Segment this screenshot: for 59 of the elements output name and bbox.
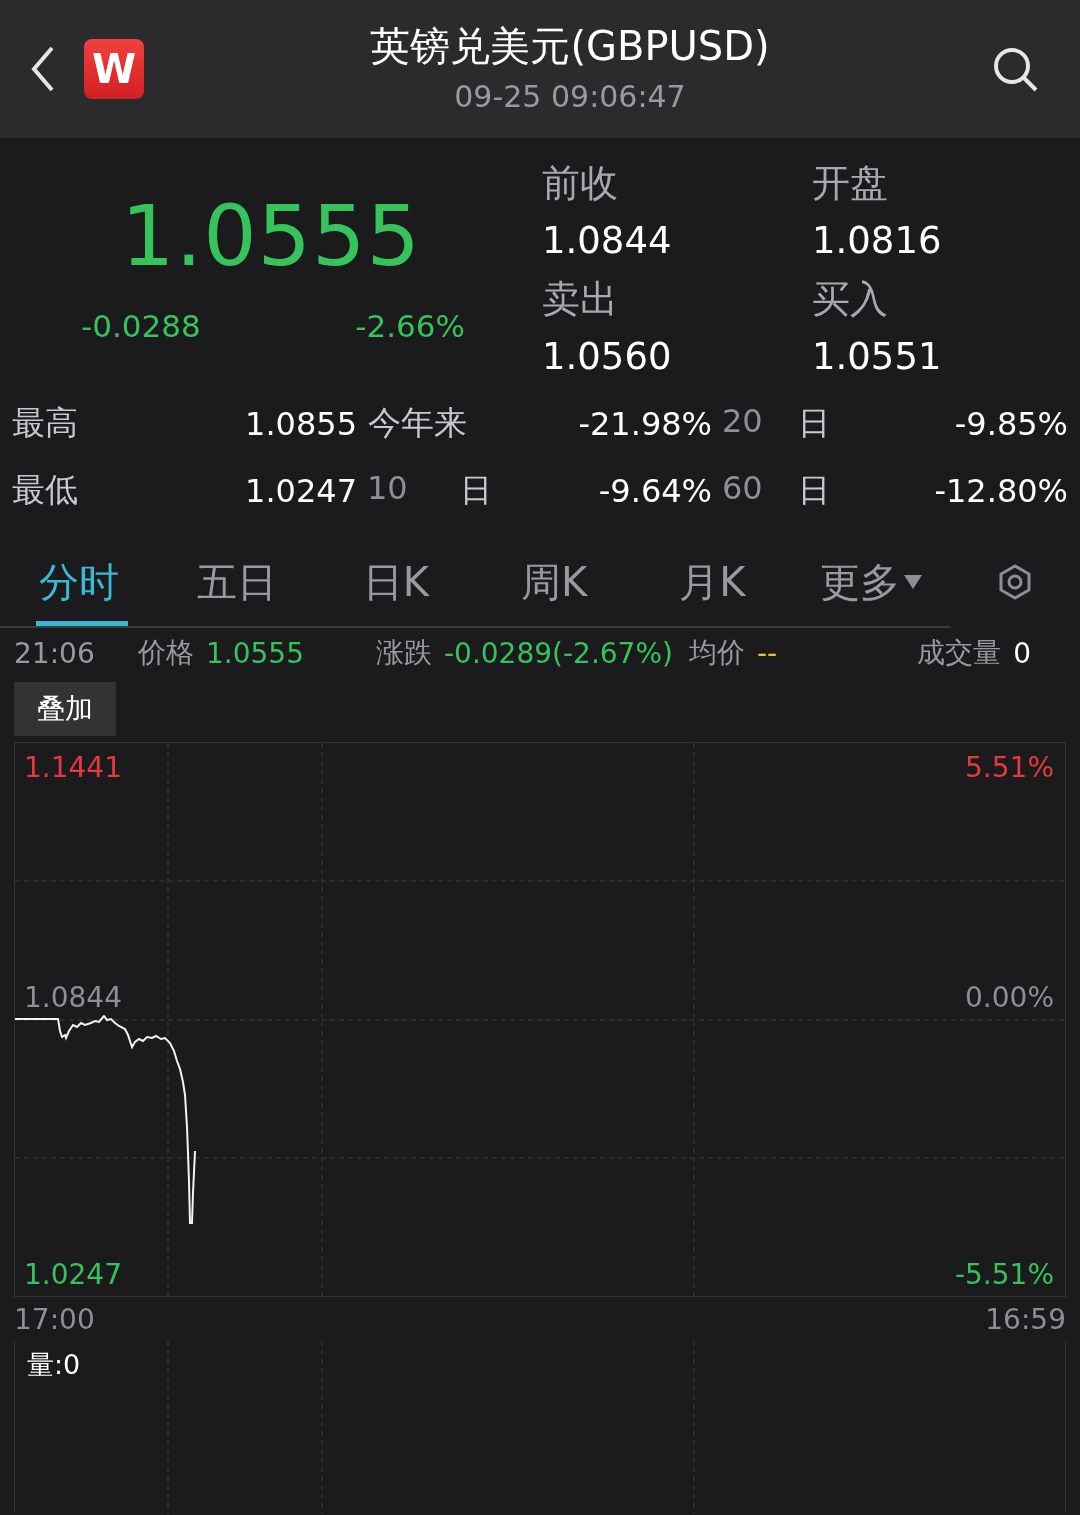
cursor-time: 21:06 [14,636,96,670]
caret-icon [903,575,922,589]
app-logo[interactable]: W [84,39,144,99]
stat-label: 最高 [12,402,79,444]
period-tab[interactable]: 分时 [0,538,159,626]
time-axis-label: 16:59 [985,1302,1066,1336]
period-tab[interactable]: 月K [633,538,792,626]
period-tab[interactable]: 五日 [158,538,317,626]
page-title: 英镑兑美元(GBPUSD) [370,22,770,71]
period-tab[interactable]: 周K [475,538,634,626]
period-unit: 日 [798,469,830,511]
price-axis-label: 1.1441 [24,751,122,785]
stat-value: -21.98% [577,404,712,443]
stat-label: 今年来 [367,402,468,444]
percent-axis-label: 0.00% [965,981,1054,1015]
field-label: 开盘 [812,160,889,207]
last-price: 1.0555 [121,186,421,286]
period-tab[interactable]: 更多 [791,538,950,626]
field-value: 1.0551 [812,334,943,380]
stat-label: 最低 [12,469,79,511]
period-unit: 日 [798,402,830,444]
info-label: 成交量 [917,635,1002,671]
field-label: 前收 [542,160,619,207]
field-label: 卖出 [542,276,619,323]
search-icon [992,46,1038,92]
overlay-button[interactable]: 叠加 [14,682,116,736]
period-number: 10 [367,468,408,509]
percent-axis-label: 5.51% [965,751,1054,785]
info-value: -0.0289(-2.67%) [444,636,673,670]
stat-value: -12.80% [933,471,1068,510]
period-tab[interactable]: 日K [316,538,475,626]
info-label: 价格 [138,635,194,671]
period-number: 20 [722,401,763,442]
settings-icon [997,564,1033,600]
stat-value: 1.0247 [244,471,357,510]
field-value: 1.0816 [812,218,943,264]
field-value: 1.0560 [542,334,673,380]
stat-value: -9.85% [953,404,1068,443]
info-value: 1.0555 [206,636,304,670]
period-unit: 日 [460,469,492,511]
search-button[interactable] [992,46,1038,92]
field-value: 1.0844 [542,218,673,264]
period-number: 60 [722,468,763,509]
field-label: 买入 [812,276,889,323]
stat-value: 1.0855 [244,404,357,443]
price-axis-label: 1.0247 [24,1258,122,1292]
time-axis-label: 17:00 [14,1302,95,1336]
change-value: -0.0288 [81,308,201,344]
price-axis-label: 1.0844 [24,981,122,1015]
volume-label: 量:0 [27,1348,81,1382]
info-label: 涨跌 [376,635,432,671]
change-percent: -2.66% [355,308,465,344]
info-label: 均价 [688,635,745,671]
info-value: -- [756,636,778,670]
percent-axis-label: -5.51% [954,1258,1054,1292]
info-value: 0 [1013,636,1031,670]
settings-button[interactable] [997,564,1033,600]
stat-value: -9.64% [597,471,712,510]
timestamp: 09-25 09:06:47 [454,78,686,116]
